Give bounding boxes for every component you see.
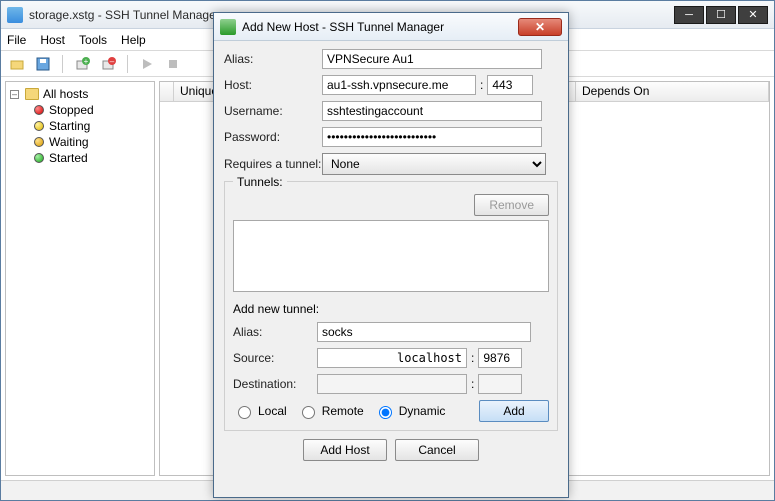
dialog-close-button[interactable]: ✕ bbox=[518, 18, 562, 36]
username-label: Username: bbox=[224, 104, 322, 118]
requires-tunnel-select[interactable]: None bbox=[322, 153, 546, 175]
tree-root[interactable]: – All hosts bbox=[8, 86, 152, 102]
alias-input[interactable] bbox=[322, 49, 542, 69]
status-dot-yellow-icon bbox=[34, 121, 44, 131]
close-button[interactable]: ✕ bbox=[738, 6, 768, 24]
remove-tunnel-button[interactable]: Remove bbox=[474, 194, 549, 216]
source-host-input[interactable] bbox=[317, 348, 467, 368]
stop-icon[interactable] bbox=[163, 54, 183, 74]
dialog-title: Add New Host - SSH Tunnel Manager bbox=[242, 20, 444, 34]
port-input[interactable] bbox=[487, 75, 533, 95]
remove-host-icon[interactable]: – bbox=[98, 54, 118, 74]
folder-icon bbox=[25, 88, 39, 100]
collapse-icon[interactable]: – bbox=[10, 90, 19, 99]
remote-radio[interactable]: Remote bbox=[297, 403, 364, 419]
requires-label: Requires a tunnel: bbox=[224, 157, 322, 171]
source-label: Source: bbox=[233, 351, 317, 365]
menu-file[interactable]: File bbox=[7, 33, 26, 47]
main-window-title: storage.xstg - SSH Tunnel Manager bbox=[29, 8, 220, 22]
dialog-titlebar: Add New Host - SSH Tunnel Manager ✕ bbox=[214, 13, 568, 41]
tree-item-waiting[interactable]: Waiting bbox=[8, 134, 152, 150]
svg-text:+: + bbox=[84, 57, 89, 66]
host-input[interactable] bbox=[322, 75, 476, 95]
hosts-tree[interactable]: – All hosts Stopped Starting Waiting Sta… bbox=[5, 81, 155, 476]
col-depends[interactable]: Depends On bbox=[576, 82, 769, 101]
status-dot-green-icon bbox=[34, 153, 44, 163]
minimize-button[interactable]: ─ bbox=[674, 6, 704, 24]
cancel-button[interactable]: Cancel bbox=[395, 439, 479, 461]
password-input[interactable] bbox=[322, 127, 542, 147]
destination-host-input[interactable] bbox=[317, 374, 467, 394]
menu-help[interactable]: Help bbox=[121, 33, 146, 47]
add-tunnel-label: Add new tunnel: bbox=[233, 302, 549, 316]
destination-port-input[interactable] bbox=[478, 374, 522, 394]
tree-item-starting[interactable]: Starting bbox=[8, 118, 152, 134]
add-host-dialog: Add New Host - SSH Tunnel Manager ✕ Alia… bbox=[213, 12, 569, 498]
host-label: Host: bbox=[224, 78, 322, 92]
start-icon[interactable] bbox=[137, 54, 157, 74]
menu-host[interactable]: Host bbox=[40, 33, 65, 47]
menu-tools[interactable]: Tools bbox=[79, 33, 107, 47]
add-host-icon[interactable]: + bbox=[72, 54, 92, 74]
tunnels-group: Tunnels: Remove Add new tunnel: Alias: S… bbox=[224, 181, 558, 431]
status-dot-red-icon bbox=[34, 105, 44, 115]
add-tunnel-button[interactable]: Add bbox=[479, 400, 549, 422]
tree-root-label: All hosts bbox=[43, 87, 88, 101]
local-radio[interactable]: Local bbox=[233, 403, 287, 419]
tunnel-alias-label: Alias: bbox=[233, 325, 317, 339]
source-port-input[interactable] bbox=[478, 348, 522, 368]
app-icon bbox=[7, 7, 23, 23]
col-empty[interactable] bbox=[160, 82, 174, 101]
tunnel-list[interactable] bbox=[233, 220, 549, 292]
password-label: Password: bbox=[224, 130, 322, 144]
maximize-button[interactable]: ☐ bbox=[706, 6, 736, 24]
dynamic-radio[interactable]: Dynamic bbox=[374, 403, 446, 419]
add-host-button[interactable]: Add Host bbox=[303, 439, 387, 461]
tree-item-started[interactable]: Started bbox=[8, 150, 152, 166]
status-dot-gold-icon bbox=[34, 137, 44, 147]
open-icon[interactable] bbox=[7, 54, 27, 74]
tunnel-alias-input[interactable] bbox=[317, 322, 531, 342]
svg-text:–: – bbox=[110, 57, 115, 66]
alias-label: Alias: bbox=[224, 52, 322, 66]
tree-item-stopped[interactable]: Stopped bbox=[8, 102, 152, 118]
destination-label: Destination: bbox=[233, 377, 317, 391]
save-icon[interactable] bbox=[33, 54, 53, 74]
dialog-icon bbox=[220, 19, 236, 35]
username-input[interactable] bbox=[322, 101, 542, 121]
tunnels-group-label: Tunnels: bbox=[233, 175, 287, 189]
